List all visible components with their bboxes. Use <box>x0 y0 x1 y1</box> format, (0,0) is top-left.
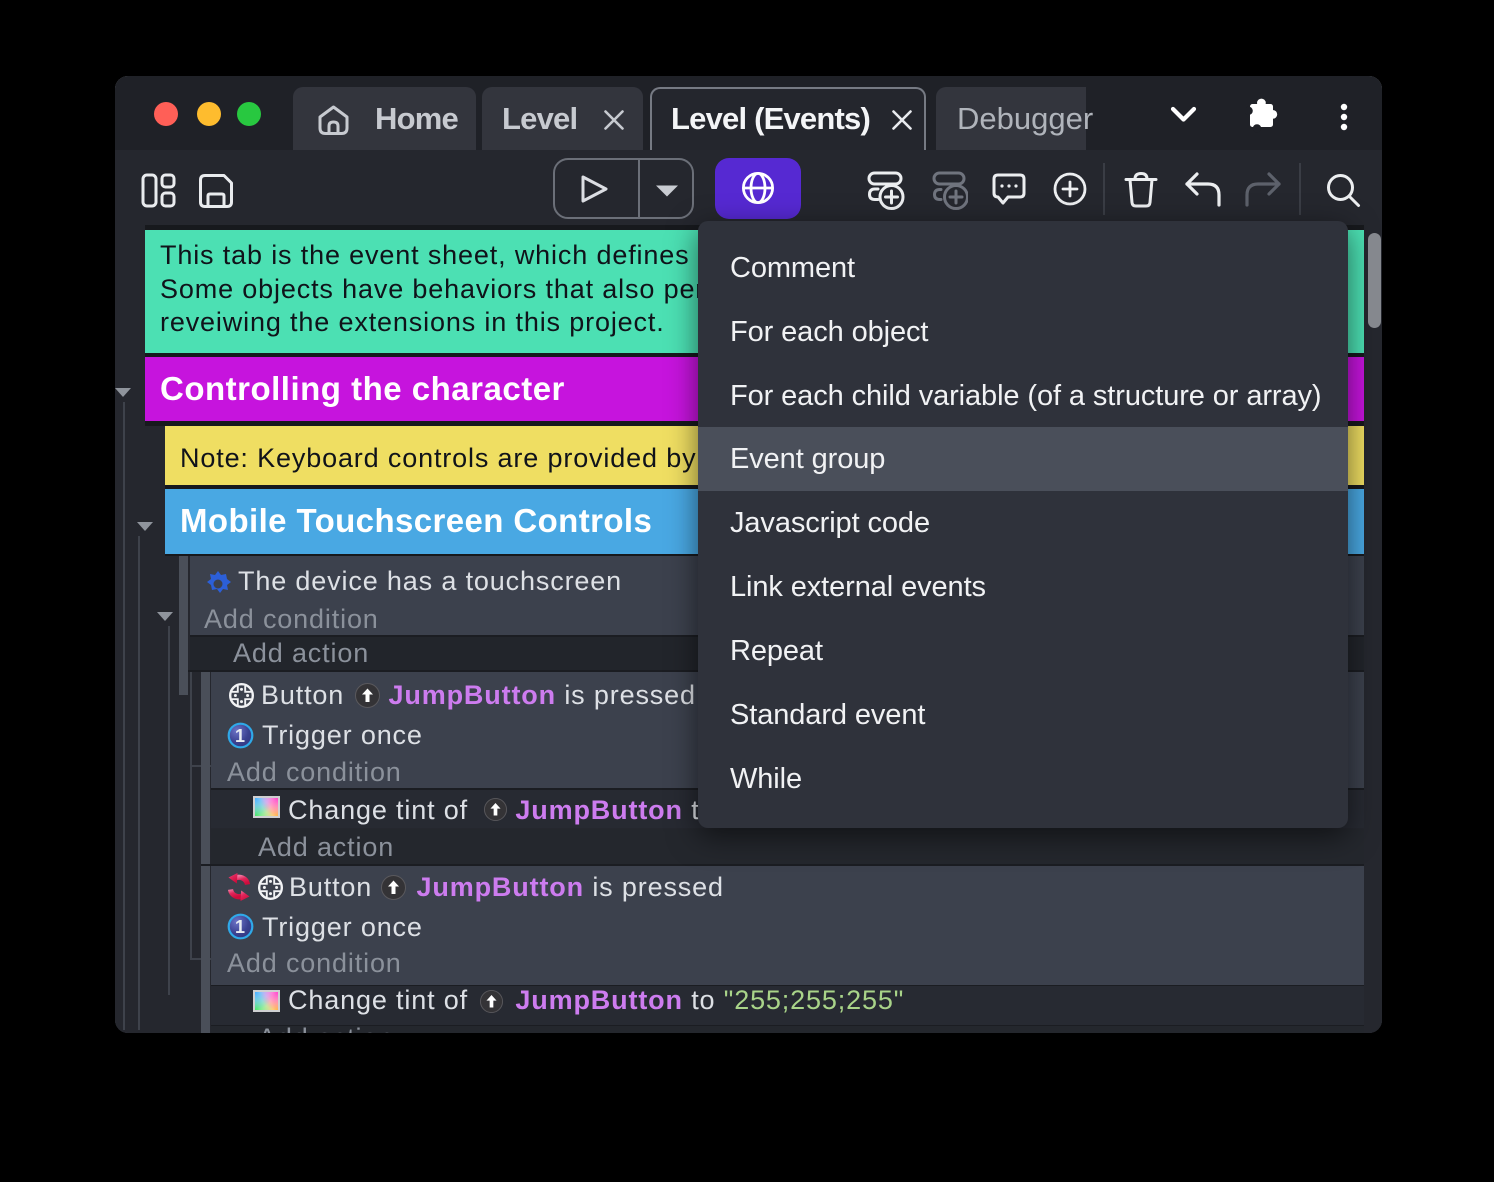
svg-text:1: 1 <box>235 917 245 937</box>
svg-text:1: 1 <box>235 726 245 746</box>
